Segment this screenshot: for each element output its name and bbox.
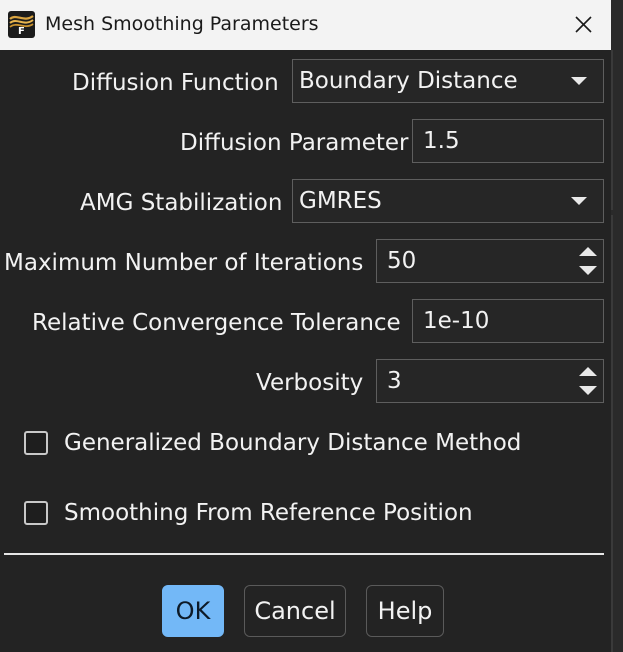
amg-stabilization-label: AMG Stabilization	[80, 190, 283, 216]
cancel-button[interactable]: Cancel	[244, 585, 346, 637]
ok-button[interactable]: OK	[162, 585, 224, 637]
verbosity-label: Verbosity	[256, 370, 364, 396]
generalized-boundary-label: Generalized Boundary Distance Method	[64, 430, 522, 456]
spin-up-icon[interactable]	[579, 367, 597, 376]
chevron-down-icon	[571, 197, 587, 205]
chevron-down-icon	[571, 77, 587, 85]
diffusion-parameter-input[interactable]: 1.5	[412, 119, 604, 163]
max-iterations-value: 50	[387, 248, 417, 274]
background-window-edge	[611, 0, 623, 652]
diffusion-parameter-value: 1.5	[423, 128, 460, 154]
diffusion-function-label: Diffusion Function	[72, 70, 279, 96]
smoothing-reference-checkbox[interactable]	[24, 501, 48, 525]
fluent-logo-icon: F	[8, 11, 35, 38]
max-iterations-label: Maximum Number of Iterations	[4, 250, 364, 276]
generalized-boundary-checkbox[interactable]	[24, 431, 48, 455]
smoothing-reference-label: Smoothing From Reference Position	[64, 500, 473, 526]
relative-tolerance-value: 1e-10	[423, 308, 490, 334]
amg-stabilization-dropdown[interactable]: GMRES	[292, 179, 604, 223]
diffusion-parameter-label: Diffusion Parameter	[180, 130, 409, 156]
close-button[interactable]	[567, 9, 599, 41]
spin-down-icon[interactable]	[579, 266, 597, 275]
verbosity-spinbox[interactable]: 3	[376, 359, 604, 403]
diffusion-function-dropdown[interactable]: Boundary Distance	[292, 59, 604, 103]
window-title: Mesh Smoothing Parameters	[45, 13, 319, 35]
close-icon	[575, 16, 592, 33]
spin-down-icon[interactable]	[579, 386, 597, 395]
title-bar: F Mesh Smoothing Parameters	[0, 0, 611, 50]
relative-tolerance-label: Relative Convergence Tolerance	[32, 310, 401, 336]
separator	[4, 553, 604, 555]
verbosity-value: 3	[387, 368, 402, 394]
help-button[interactable]: Help	[366, 585, 444, 637]
app-icon-letter: F	[18, 26, 25, 37]
mesh-smoothing-dialog: Diffusion Function Boundary Distance Dif…	[0, 50, 611, 652]
max-iterations-spinbox[interactable]: 50	[376, 239, 604, 283]
spin-up-icon[interactable]	[579, 247, 597, 256]
diffusion-function-value: Boundary Distance	[299, 68, 518, 94]
amg-stabilization-value: GMRES	[299, 188, 382, 214]
relative-tolerance-input[interactable]: 1e-10	[412, 299, 604, 343]
